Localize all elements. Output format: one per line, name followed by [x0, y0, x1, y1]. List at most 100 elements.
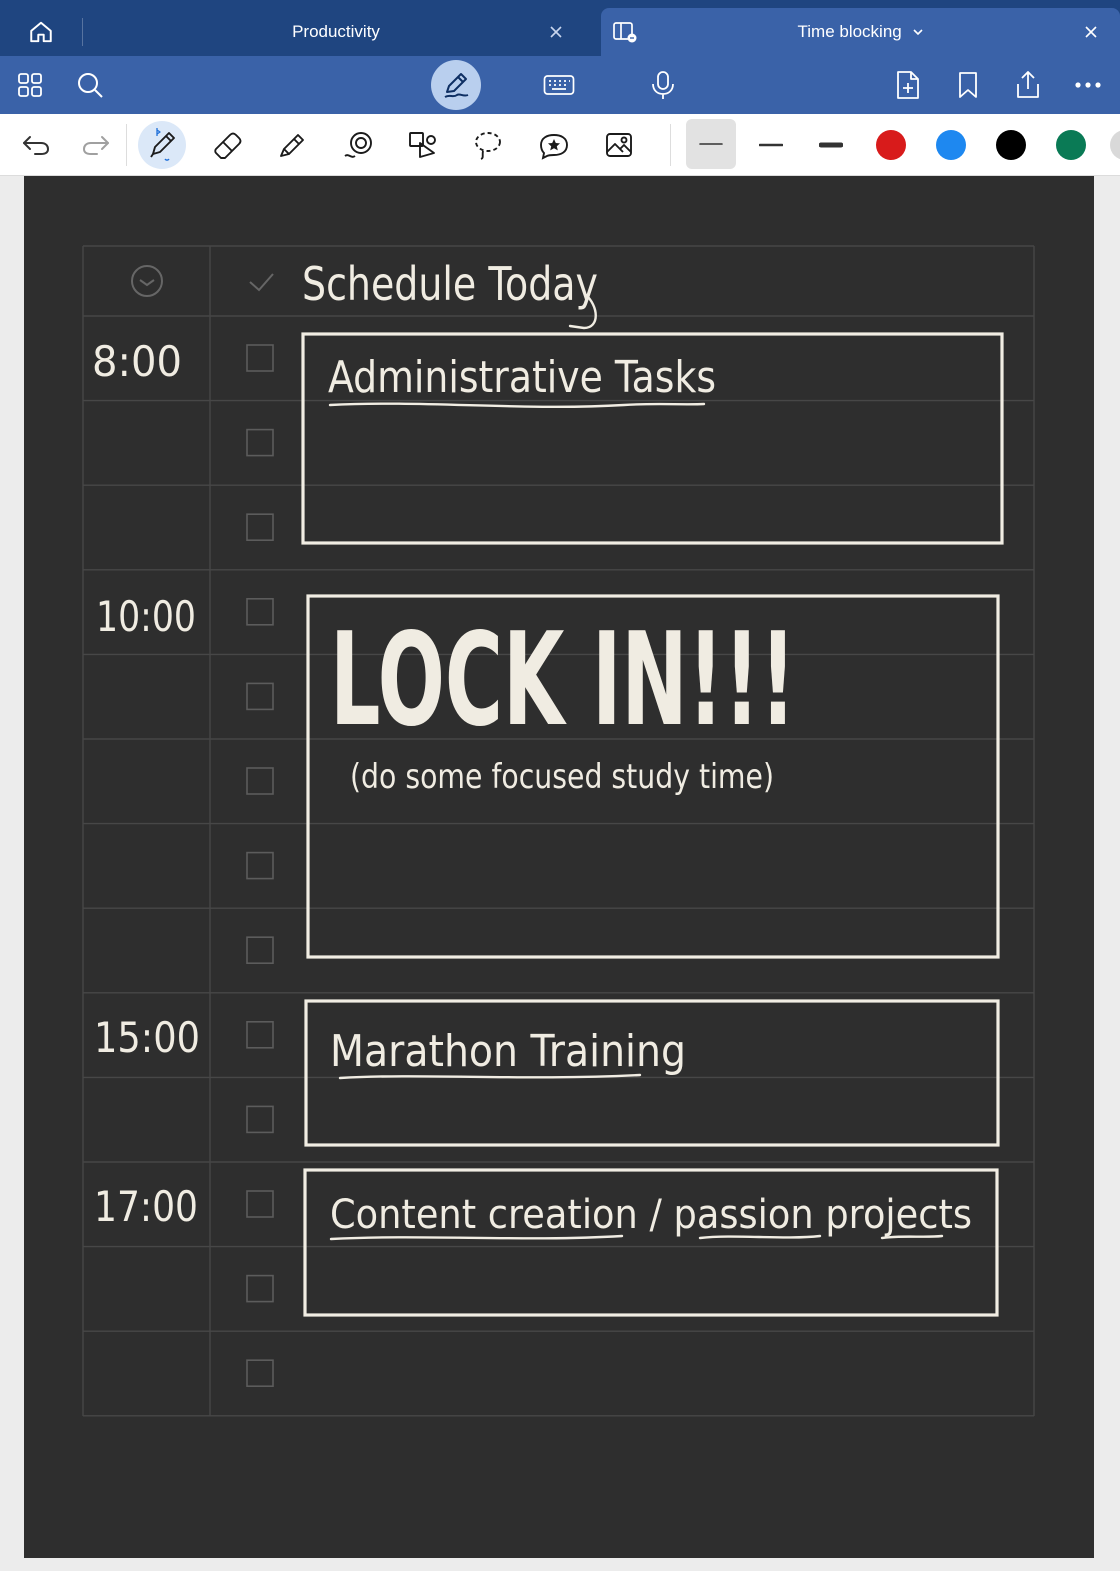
shapes-icon [409, 132, 436, 158]
color-swatch-red[interactable] [876, 130, 906, 160]
checkmark-icon [249, 273, 274, 292]
color-swatch-more[interactable] [1110, 130, 1120, 160]
clock-icon [131, 265, 163, 297]
tab-bar: Productivity Time blocking [0, 0, 1120, 56]
time-label: 17:00 [94, 1182, 198, 1231]
image-icon [606, 133, 632, 157]
block-heading: Administrative Tasks [328, 352, 716, 403]
split-view-icon [613, 22, 637, 43]
toolbar-divider [670, 124, 671, 166]
share-button[interactable] [1006, 63, 1050, 107]
shapes-icon [344, 132, 372, 158]
task-checkbox[interactable] [246, 682, 274, 711]
search-button[interactable] [68, 63, 112, 107]
redo-icon [83, 136, 109, 155]
keyboard-icon [543, 75, 575, 95]
tab-title: Productivity [292, 22, 380, 41]
stroke-thin-icon [699, 143, 723, 145]
block-heading: Content creation / passion projects [330, 1192, 972, 1238]
grid-view-button[interactable] [8, 63, 52, 107]
close-tab-button[interactable] [544, 20, 568, 44]
heading-underline [698, 1234, 822, 1240]
sticker-icon [540, 134, 568, 160]
bookmark-button[interactable] [946, 63, 990, 107]
close-icon [550, 26, 562, 38]
task-checkbox[interactable] [246, 513, 274, 542]
undo-button[interactable] [12, 121, 60, 169]
task-checkbox[interactable] [246, 344, 274, 372]
microphone-button[interactable] [641, 63, 685, 107]
stroke-medium-icon [759, 143, 783, 147]
block-note: (do some focused study time) [350, 757, 774, 797]
heading-underline [328, 402, 706, 409]
color-swatch-black[interactable] [996, 130, 1026, 160]
notebook-page[interactable]: Schedule Today 8:00 10:00 15:00 17:00 Ad… [24, 176, 1094, 1558]
split-view-button[interactable] [611, 20, 639, 44]
schedule-title: Schedule Today [302, 257, 598, 311]
block-heading: Marathon Training [330, 1026, 686, 1077]
keyboard-button[interactable] [537, 63, 581, 107]
task-checkbox[interactable] [246, 851, 274, 880]
planner-grid [82, 245, 1035, 1417]
task-checkbox[interactable] [246, 428, 274, 457]
pen-icon [150, 128, 175, 161]
task-checkbox[interactable] [246, 936, 274, 965]
grid-icon [18, 73, 42, 97]
tab-time-blocking[interactable]: Time blocking [601, 8, 1120, 56]
tab-title-text: Time blocking [797, 22, 902, 41]
add-page-button[interactable] [886, 63, 930, 107]
more-options-button[interactable] [1066, 63, 1110, 107]
close-tab-button[interactable] [1079, 20, 1103, 44]
search-icon [78, 73, 103, 98]
app-toolbar [0, 56, 1120, 114]
undo-icon [23, 136, 49, 155]
block-heading: LOCK IN!!! [330, 606, 796, 755]
tab-divider [82, 18, 83, 46]
drawing-toolbar [0, 114, 1120, 176]
task-checkbox[interactable] [246, 1274, 274, 1303]
task-checkbox[interactable] [246, 1190, 274, 1218]
pen-mode-icon [444, 73, 469, 98]
task-checkbox[interactable] [246, 767, 274, 795]
microphone-icon [652, 71, 674, 99]
home-icon [30, 21, 52, 43]
tab-title: Time blocking [661, 8, 1061, 56]
image-tool[interactable] [595, 121, 643, 169]
lasso-tool[interactable] [464, 121, 512, 169]
stroke-medium-button[interactable] [747, 121, 795, 169]
highlighter-tool[interactable] [268, 121, 316, 169]
close-icon [1085, 26, 1097, 38]
pen-tool[interactable] [138, 121, 186, 169]
tab-productivity[interactable]: Productivity [84, 8, 600, 56]
toolbar-divider [126, 124, 127, 166]
color-swatch-blue[interactable] [936, 130, 966, 160]
shapes-tool[interactable] [334, 121, 382, 169]
home-button[interactable] [0, 8, 82, 56]
stroke-thick-button[interactable] [807, 121, 855, 169]
sticker-tool[interactable] [530, 121, 578, 169]
time-label: 10:00 [96, 592, 196, 641]
task-checkbox[interactable] [246, 1020, 274, 1049]
stroke-thick-icon [819, 142, 843, 148]
heading-underline [880, 1234, 944, 1240]
lasso-icon [475, 132, 501, 160]
redo-button[interactable] [72, 121, 120, 169]
task-checkbox[interactable] [246, 1359, 274, 1387]
chevron-down-icon[interactable] [912, 27, 924, 37]
time-label: 8:00 [92, 337, 182, 386]
time-label: 15:00 [94, 1013, 200, 1062]
highlighter-icon [280, 134, 304, 157]
more-icon [1075, 82, 1101, 88]
checkbox-column [246, 344, 274, 1387]
task-checkbox[interactable] [246, 597, 274, 626]
task-checkbox[interactable] [246, 1105, 274, 1134]
planner-template: Schedule Today 8:00 10:00 15:00 17:00 Ad… [82, 245, 1035, 1417]
bookmark-icon [959, 72, 977, 98]
stroke-thin-button[interactable] [686, 119, 736, 169]
eraser-icon [214, 132, 242, 159]
pen-mode-button[interactable] [431, 60, 481, 110]
color-swatch-green[interactable] [1056, 130, 1086, 160]
shape-recognition-tool[interactable] [399, 121, 447, 169]
add-page-icon [897, 71, 919, 99]
eraser-tool[interactable] [204, 121, 252, 169]
